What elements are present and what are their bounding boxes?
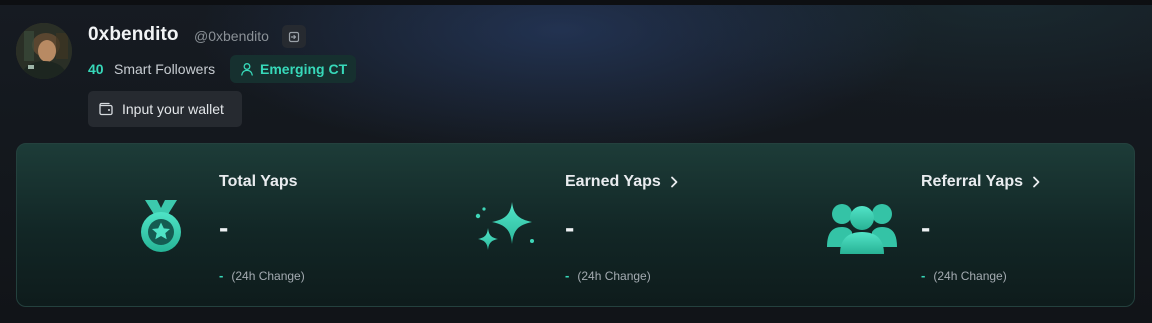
- stat-change-value: -: [219, 268, 224, 283]
- stat-change: - (24h Change): [565, 268, 651, 283]
- stat-title[interactable]: Referral Yaps: [921, 173, 1041, 191]
- stat-title-label: Total Yaps: [219, 173, 298, 190]
- stat-total-yaps: Total Yaps - - (24h Change): [219, 144, 479, 308]
- top-edge: [0, 0, 1152, 5]
- stat-value: -: [219, 212, 229, 243]
- handle[interactable]: @0xbendito: [194, 28, 269, 44]
- stat-value: -: [921, 212, 931, 243]
- chevron-right-icon: [670, 176, 678, 188]
- sparkles-icon: [472, 200, 538, 261]
- avatar[interactable]: [16, 23, 72, 79]
- avatar-image: [16, 23, 72, 79]
- smart-followers-label: Smart Followers: [114, 61, 216, 77]
- stat-change-label: (24h Change): [231, 268, 305, 283]
- stat-change-value: -: [921, 268, 926, 283]
- stat-title-label: Earned Yaps: [565, 173, 661, 190]
- tier-badge-label: Emerging CT: [260, 61, 348, 77]
- user-icon: [241, 63, 253, 76]
- smart-followers-count: 40: [88, 61, 104, 77]
- tier-badge: Emerging CT: [230, 55, 356, 83]
- input-wallet-button[interactable]: Input your wallet: [88, 91, 242, 127]
- input-wallet-label: Input your wallet: [122, 101, 224, 117]
- yaps-stats-card: Total Yaps - - (24h Change) Earned Yaps: [16, 143, 1135, 307]
- display-name: 0xbendito: [88, 24, 179, 45]
- stat-change: - (24h Change): [219, 268, 305, 283]
- stat-title-label: Referral Yaps: [921, 173, 1023, 190]
- chevron-right-icon: [1033, 176, 1040, 188]
- stat-title[interactable]: Earned Yaps: [565, 173, 679, 191]
- stat-change-label: (24h Change): [933, 268, 1007, 283]
- stat-title: Total Yaps: [219, 173, 298, 191]
- medal-star-icon: [135, 198, 187, 261]
- stat-referral-yaps[interactable]: Referral Yaps - - (24h Change): [921, 144, 1131, 308]
- users-group-icon: [826, 201, 898, 260]
- stat-change-value: -: [565, 268, 570, 283]
- stat-earned-yaps[interactable]: Earned Yaps - - (24h Change): [565, 144, 825, 308]
- wallet-icon: [99, 102, 113, 116]
- stat-value: -: [565, 212, 575, 243]
- handle-action-button[interactable]: [282, 25, 306, 48]
- stat-change-label: (24h Change): [577, 268, 651, 283]
- stat-change: - (24h Change): [921, 268, 1007, 283]
- sign-in-icon: [288, 31, 300, 42]
